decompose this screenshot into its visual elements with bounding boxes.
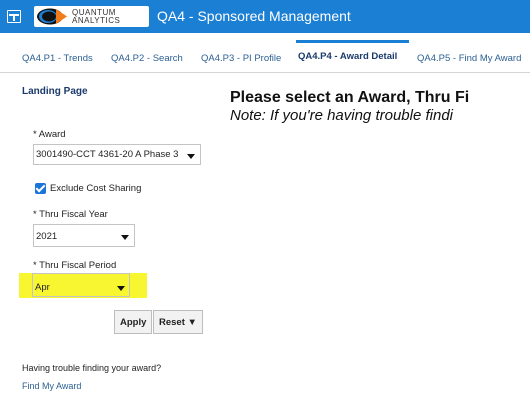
tab-trends[interactable]: QA4.P1 - Trends <box>22 53 93 64</box>
quantum-analytics-logo: QUANTUM ANALYTICS <box>34 6 149 27</box>
find-my-award-link[interactable]: Find My Award <box>22 381 81 391</box>
tab-find-my-award[interactable]: QA4.P5 - Find My Award <box>417 53 521 64</box>
award-select-value: 3001490-CCT 4361-20 A Phase 3 <box>36 149 179 160</box>
exclude-cost-sharing-checkbox[interactable] <box>35 183 46 194</box>
award-select[interactable]: 3001490-CCT 4361-20 A Phase 3 <box>33 144 201 165</box>
chevron-down-icon <box>187 154 195 159</box>
fiscal-year-select[interactable]: 2021 <box>33 224 135 247</box>
fiscal-period-label: * Thru Fiscal Period <box>33 260 117 271</box>
fiscal-year-label: * Thru Fiscal Year <box>33 209 108 220</box>
catalog-menu-icon[interactable] <box>7 10 21 23</box>
apply-button[interactable]: Apply <box>114 310 153 334</box>
chevron-down-icon <box>121 235 129 240</box>
tab-award-detail[interactable]: QA4.P4 - Award Detail <box>298 51 397 62</box>
reset-button[interactable]: Reset ▼ <box>153 310 203 334</box>
exclude-cost-sharing-label: Exclude Cost Sharing <box>50 183 142 194</box>
tab-search[interactable]: QA4.P2 - Search <box>111 53 183 64</box>
logo-text: QUANTUM ANALYTICS <box>72 8 121 25</box>
chevron-down-icon <box>117 286 125 291</box>
active-tab-indicator <box>296 40 409 43</box>
page-note: Note: If you're having trouble findi <box>230 107 453 124</box>
logo-mark-icon <box>36 7 68 26</box>
app-header: QUANTUM ANALYTICS QA4 - Sponsored Manage… <box>0 0 530 33</box>
tab-pi-profile[interactable]: QA4.P3 - PI Profile <box>201 53 281 64</box>
award-label: * Award <box>33 129 66 140</box>
fiscal-period-value: Apr <box>35 282 50 293</box>
page-tabs: QA4.P1 - Trends QA4.P2 - Search QA4.P3 -… <box>0 33 530 73</box>
page-title: Please select an Award, Thru Fi <box>230 89 470 106</box>
landing-page-label: Landing Page <box>22 86 88 97</box>
help-text: Having trouble finding your award? <box>22 363 162 373</box>
fiscal-year-value: 2021 <box>36 231 58 242</box>
app-title: QA4 - Sponsored Management <box>157 8 351 24</box>
fiscal-period-select[interactable]: Apr <box>32 273 130 297</box>
